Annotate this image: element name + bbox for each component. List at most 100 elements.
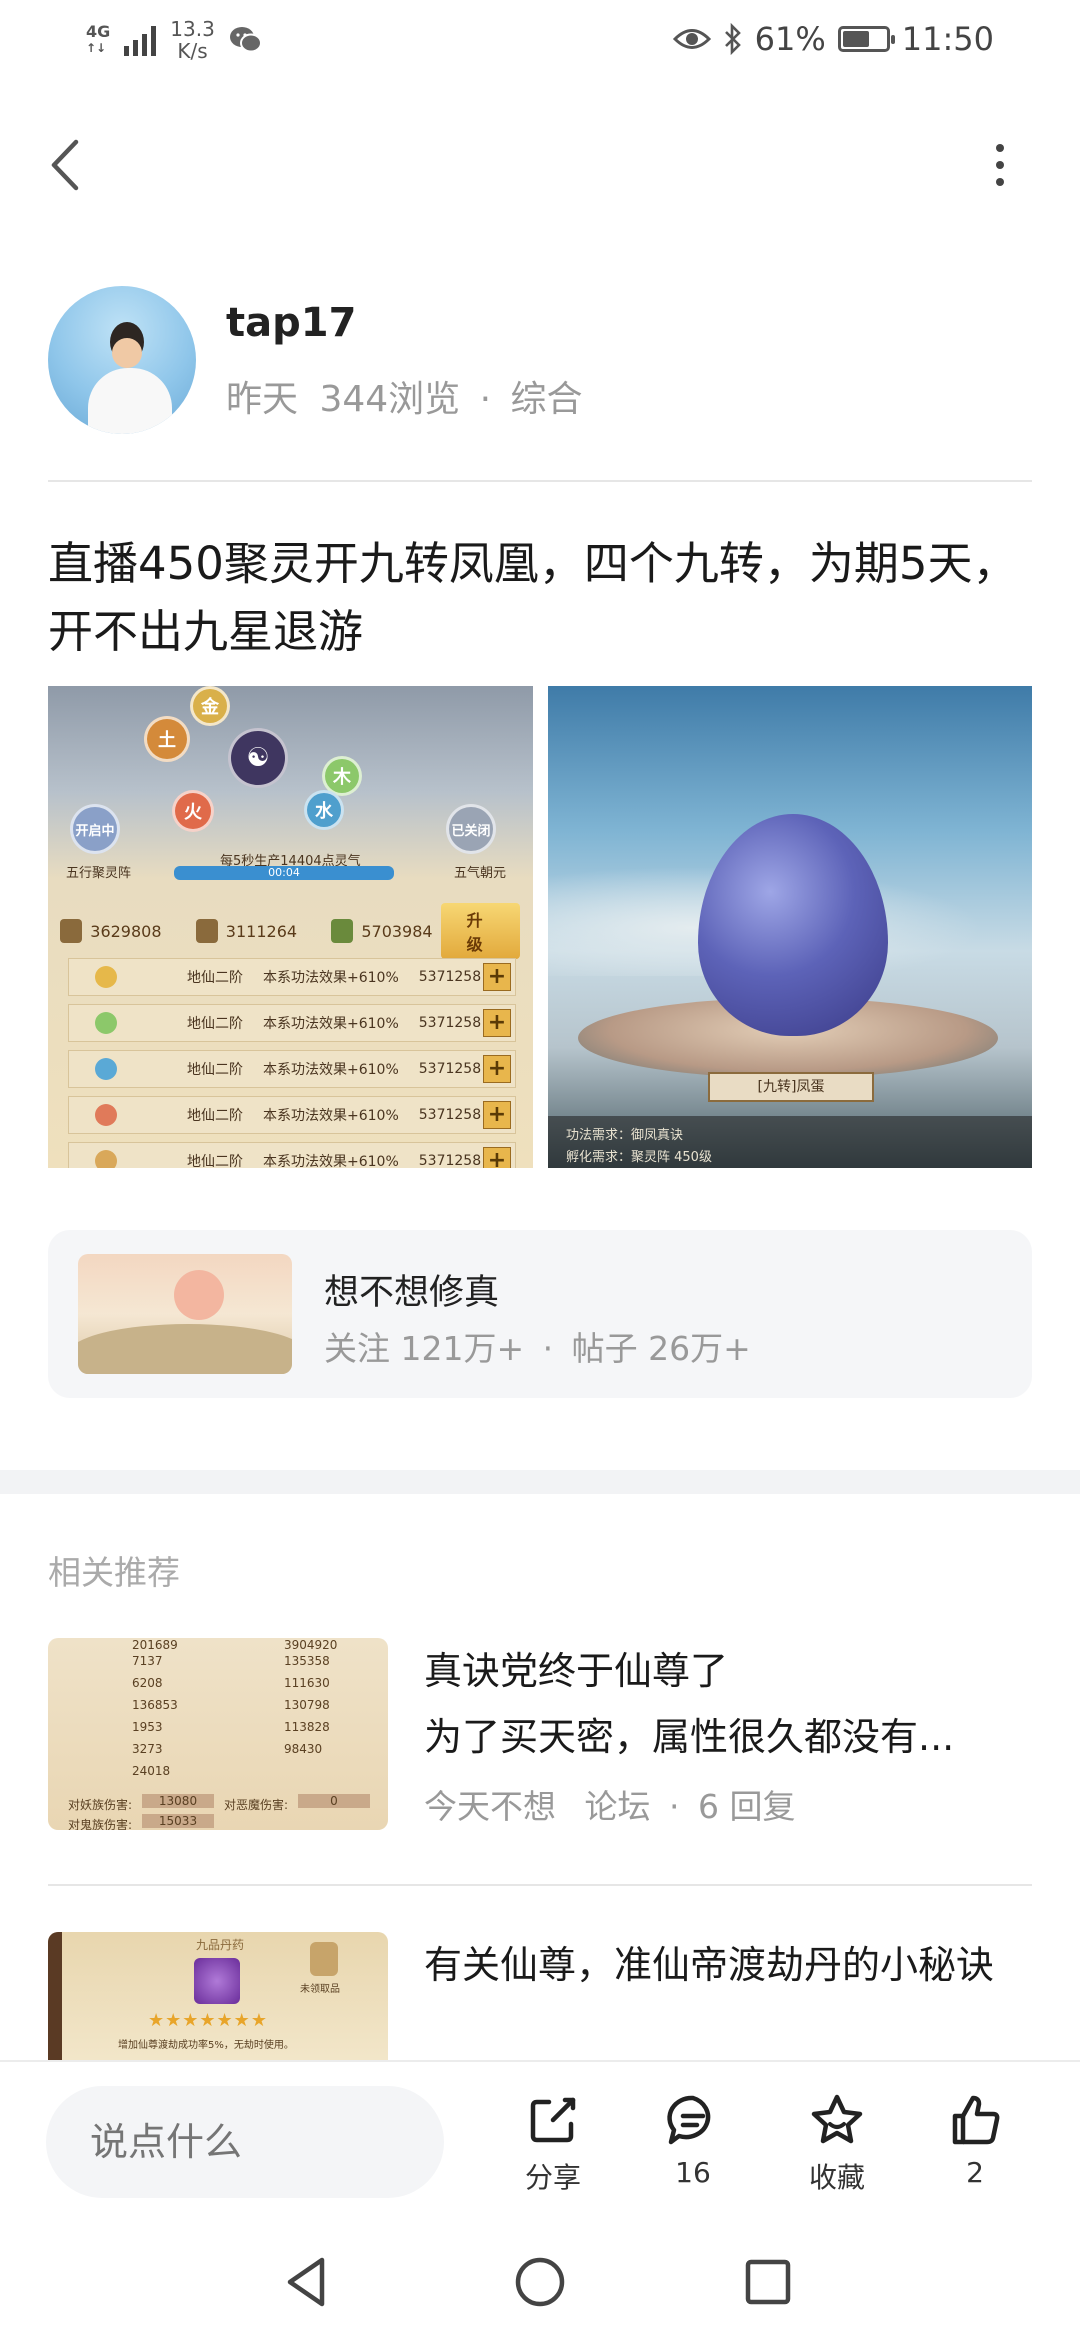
plus-button: + bbox=[483, 1147, 511, 1168]
production-timer: 00:04 bbox=[174, 866, 394, 880]
thumb-stat: 3273 bbox=[132, 1742, 163, 1756]
like-button[interactable]: 2 bbox=[930, 2092, 1020, 2202]
thumb-stat: 113828 bbox=[284, 1720, 330, 1734]
battery-percent: 61% bbox=[754, 20, 826, 58]
plus-button: + bbox=[483, 1101, 511, 1129]
post-image-formation[interactable]: 金 土 ☯ 木 火 水 开启中 已关闭 五行聚灵阵 五气朝元 每5秒生产1440… bbox=[48, 686, 533, 1168]
formation-off-badge: 已关闭 bbox=[446, 804, 496, 854]
thumb-stat: 135358 bbox=[284, 1654, 330, 1668]
forum-thumbnail bbox=[78, 1254, 292, 1374]
element-icon bbox=[95, 1012, 117, 1034]
favorite-button[interactable]: 收藏 bbox=[792, 2092, 882, 2202]
divider bbox=[48, 480, 1032, 482]
wechat-icon bbox=[229, 27, 262, 53]
bluetooth-icon bbox=[724, 23, 741, 55]
right-caption: 五气朝元 bbox=[454, 866, 507, 881]
lock-icon bbox=[310, 1942, 338, 1976]
comment-icon bbox=[667, 2095, 711, 2145]
rec-thumbnail[interactable]: 九品丹药 未领取品 ★★★★★★★ 增加仙尊渡劫成功率5%，无劫时使用。 bbox=[48, 1932, 388, 2060]
battery-icon bbox=[837, 26, 895, 52]
clock: 11:50 bbox=[901, 20, 994, 58]
thumb-stat: 24018 bbox=[132, 1764, 171, 1778]
thumb-stat: 1953 bbox=[132, 1720, 163, 1734]
post-date: 昨天 bbox=[226, 379, 299, 420]
element-icon bbox=[95, 1104, 117, 1126]
forum-card[interactable]: 想不想修真 关注 121万+ · 帖子 26万+ bbox=[48, 1230, 1032, 1398]
formation-row: 地仙二阶 本系功法效果+610% 5371258 + bbox=[68, 1142, 516, 1168]
action-bar: 分享 16 收藏 2 bbox=[0, 2060, 1080, 2220]
phoenix-egg bbox=[698, 814, 888, 1036]
post-meta: 昨天 344浏览 · 综合 bbox=[226, 379, 583, 420]
element-icon bbox=[95, 966, 117, 988]
more-options-icon[interactable] bbox=[980, 140, 1020, 190]
orb-fire: 火 bbox=[172, 790, 214, 832]
orb-water: 水 bbox=[304, 790, 344, 830]
post-image-egg[interactable]: [九转]凤蛋 功法需求：御凤真诀 孵化需求：聚灵阵 450级 bbox=[548, 686, 1032, 1168]
formation-on-badge: 开启中 bbox=[70, 804, 120, 854]
rating-stars: ★★★★★★★ bbox=[148, 2010, 268, 2031]
forum-name: 想不想修真 bbox=[324, 1273, 500, 1313]
formation-row: 地仙二阶 本系功法效果+610% 5371258 + bbox=[68, 1096, 516, 1134]
formation-row: 地仙二阶 本系功法效果+610% 5371258 + bbox=[68, 1050, 516, 1088]
nav-recents-icon[interactable] bbox=[736, 2250, 800, 2314]
signal-icon bbox=[124, 24, 157, 56]
author-name[interactable]: tap17 bbox=[226, 300, 356, 346]
comment-count: 16 bbox=[675, 2156, 711, 2189]
section-divider bbox=[0, 1470, 1080, 1494]
post-category[interactable]: 综合 bbox=[511, 379, 583, 420]
egg-requirement-2: 孵化需求：聚灵阵 450级 bbox=[566, 1150, 712, 1165]
orb-earth: 土 bbox=[144, 716, 190, 762]
share-label: 分享 bbox=[524, 2161, 581, 2194]
thumbs-up-icon bbox=[952, 2095, 1000, 2145]
left-caption: 五行聚灵阵 bbox=[66, 866, 132, 881]
eye-icon bbox=[672, 29, 711, 49]
formation-row: 地仙二阶 本系功法效果+610% 5371258 + bbox=[68, 1004, 516, 1042]
plus-button: + bbox=[483, 1009, 511, 1037]
related-heading: 相关推荐 bbox=[48, 1553, 180, 1592]
rec-thumbnail[interactable]: 201689 3904920 7137 135358 6208 111630 13685… bbox=[48, 1638, 388, 1830]
like-count: 2 bbox=[966, 2156, 984, 2189]
element-icon bbox=[95, 1150, 117, 1168]
back-arrow-icon[interactable] bbox=[44, 138, 88, 192]
star-icon bbox=[811, 2094, 863, 2144]
share-button[interactable]: 分享 bbox=[508, 2092, 598, 2202]
comment-input[interactable] bbox=[46, 2086, 444, 2198]
divider bbox=[48, 1884, 1032, 1886]
post-views: 344浏览 bbox=[319, 379, 461, 420]
nav-back-icon[interactable] bbox=[276, 2250, 340, 2314]
egg-label: [九转]凤蛋 bbox=[708, 1072, 874, 1102]
network-type: 4G bbox=[86, 22, 111, 41]
status-left: 4G ↑↓ 13.3 K/s bbox=[86, 18, 263, 62]
thumb-stat: 130798 bbox=[284, 1698, 330, 1712]
status-right: 61% 11:50 bbox=[672, 20, 994, 58]
post-title: 直播450聚灵开九转凤凰，四个九转，为期5天，开不出九星退游 bbox=[48, 537, 1018, 658]
pill-icon bbox=[194, 1958, 240, 2004]
formation-row: 地仙二阶 本系功法效果+610% 5371258 + bbox=[68, 958, 516, 996]
resource-row: 3629808 3111264 5703984 升级 bbox=[60, 903, 520, 959]
plus-button: + bbox=[483, 1055, 511, 1083]
element-icon bbox=[95, 1058, 117, 1080]
thumb-stat: 136853 bbox=[132, 1698, 178, 1712]
net-speed: 13.3 K/s bbox=[170, 17, 215, 63]
thumb-stat: 7137 bbox=[132, 1654, 163, 1668]
plus-button: + bbox=[483, 963, 511, 991]
rec-subtitle[interactable]: 为了买天密，属性很久都没有... bbox=[424, 1706, 1014, 1761]
rec-title[interactable]: 真诀党终于仙尊了 bbox=[424, 1638, 1014, 1704]
author-avatar[interactable] bbox=[48, 286, 196, 434]
forum-stats: 关注 121万+ · 帖子 26万+ bbox=[324, 1329, 751, 1368]
yin-yang-icon: ☯ bbox=[228, 728, 288, 788]
nav-home-icon[interactable] bbox=[508, 2250, 572, 2314]
comment-button[interactable]: 16 bbox=[648, 2092, 738, 2202]
rec-title[interactable]: 有关仙尊，准仙帝渡劫丹的小秘诀 bbox=[424, 1932, 1014, 1998]
thumb-stat: 98430 bbox=[284, 1742, 323, 1756]
status-bar: 4G ↑↓ 13.3 K/s 61% 11:50 bbox=[0, 0, 1080, 80]
system-nav-bar bbox=[0, 2222, 1080, 2340]
thumb-stat: 111630 bbox=[284, 1676, 330, 1690]
orb-metal: 金 bbox=[190, 686, 230, 726]
upgrade-button: 升级 bbox=[440, 903, 520, 959]
favorite-label: 收藏 bbox=[808, 2161, 865, 2194]
thumb-stat: 6208 bbox=[132, 1676, 163, 1690]
network-indicator: 4G ↑↓ bbox=[86, 22, 111, 56]
egg-requirement: 功法需求：御凤真诀 bbox=[566, 1128, 684, 1143]
rec-meta: 今天不想 论坛 · 6 回复 bbox=[424, 1787, 796, 1826]
